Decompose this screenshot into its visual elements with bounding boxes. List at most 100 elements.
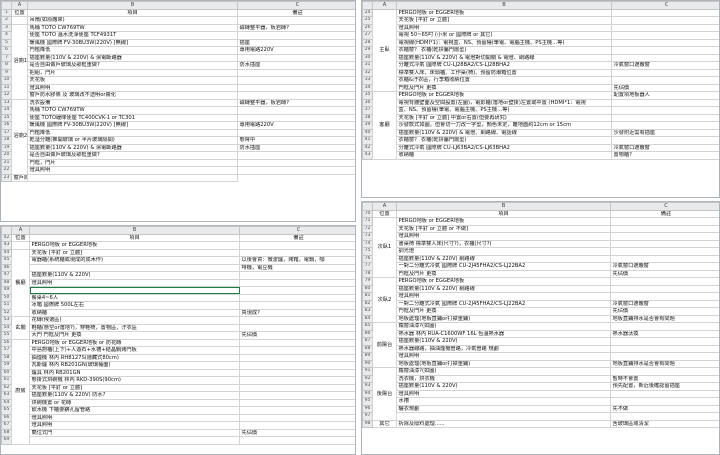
item-cell[interactable] <box>29 263 240 272</box>
note-cell[interactable] <box>610 232 719 241</box>
note-cell[interactable] <box>239 271 355 280</box>
location-cell[interactable]: 玄關 <box>11 316 30 340</box>
note-cell[interactable] <box>239 413 355 422</box>
note-cell[interactable] <box>239 376 355 385</box>
row-number[interactable]: 69 <box>1 436 12 445</box>
item-cell[interactable]: 電視背牆壁面及空間設置(左圖)，電影櫃(落地or壁掛)左置或中置 (HDMI*1… <box>396 98 612 107</box>
row-number[interactable]: 24 <box>362 8 373 17</box>
note-cell[interactable]: 配置項地板器人 <box>611 91 719 100</box>
item-cell[interactable]: 餐桌4~6人 <box>29 293 240 302</box>
location-cell[interactable]: 次臥2 <box>372 277 397 323</box>
item-cell[interactable]: PERGO地板 or EGGER地板 <box>396 277 611 286</box>
note-cell[interactable]: 暫時不會置 <box>610 374 719 383</box>
note-cell[interactable] <box>239 323 355 332</box>
item-cell[interactable]: 便座 TOTO 溫水洗淨便座 TCF4931T <box>27 31 238 40</box>
row-number[interactable]: 26 <box>362 23 373 32</box>
item-cell[interactable]: 衣櫃窗？ 衣櫃(乾拚屬門層型) <box>396 136 612 145</box>
item-cell[interactable]: 是否自由做戶玻璃及歌框重做? <box>27 61 238 70</box>
item-cell[interactable]: 燈具照明 <box>29 278 240 287</box>
row-number[interactable]: 51 <box>1 301 12 310</box>
note-cell[interactable]: 備註 <box>610 209 719 218</box>
note-cell[interactable] <box>610 337 719 346</box>
item-cell[interactable]: 洗衣設備 <box>27 98 238 107</box>
item-cell[interactable]: 中島廚櫃(上下)+人造石+水槽+結晶鋼烤門板 <box>29 346 240 355</box>
row-number[interactable]: 74 <box>362 239 373 248</box>
location-cell[interactable] <box>11 241 30 250</box>
row-number[interactable]: 8 <box>1 61 12 70</box>
note-cell[interactable]: 冷氣窗口遮蔽窗 <box>611 143 719 152</box>
row-number[interactable]: 46 <box>1 263 12 272</box>
row-number[interactable]: 17 <box>1 128 12 137</box>
note-cell[interactable] <box>610 254 719 263</box>
note-cell[interactable]: 先佔價 <box>610 269 719 278</box>
note-cell[interactable]: 防水插座 <box>237 143 355 152</box>
note-cell[interactable] <box>239 406 355 415</box>
item-cell[interactable]: 馬桶 TOTO CW769TW <box>27 23 238 32</box>
item-cell[interactable]: 門框及門片 更換 <box>396 83 612 92</box>
item-cell[interactable]: 地板處理(地板直鋪or打掉重鋪) <box>396 359 611 368</box>
item-cell[interactable]: PERGO地板 or EGGER地板 or 防花磚 <box>29 338 240 347</box>
note-cell[interactable] <box>237 128 355 137</box>
item-cell[interactable]: 盒、NS、預留權(筆電、電腦主機、PS主機…等) <box>396 106 612 115</box>
row-number[interactable]: 50 <box>1 293 12 302</box>
item-cell[interactable]: 是否自由做戶玻璃及歌框重做? <box>27 151 238 160</box>
select-all-corner[interactable] <box>362 202 373 211</box>
row-number[interactable]: 57 <box>1 346 12 355</box>
row-number[interactable]: 33 <box>362 76 373 85</box>
item-cell[interactable]: 一對二分離式冷氣 國際牌 CU-2J45FHA2/CS-LJ22BA2 <box>396 262 611 271</box>
column-letter-b[interactable]: B <box>27 1 238 10</box>
column-letter-c[interactable]: C <box>239 226 355 235</box>
note-cell[interactable]: 冷氣窗口遮蔽窗 <box>610 262 719 271</box>
row-number[interactable]: 81 <box>362 292 373 301</box>
note-cell[interactable] <box>610 277 719 286</box>
note-cell[interactable]: 買現成? <box>239 308 355 317</box>
item-cell[interactable]: 燈具照明 <box>27 83 238 92</box>
note-cell[interactable]: 先佔價 <box>611 83 719 92</box>
item-cell[interactable]: 天花板 [平釘 or 立體 or 不做] <box>396 224 611 233</box>
row-number[interactable]: 47 <box>1 271 12 280</box>
note-cell[interactable]: 冷氣窗口遮蔽窗 <box>611 61 719 70</box>
item-cell[interactable]: 花磚(候選區) <box>29 316 240 325</box>
row-number[interactable]: 61 <box>1 376 12 385</box>
row-number[interactable]: 37 <box>362 106 373 115</box>
column-letter-b[interactable]: B <box>396 202 611 211</box>
note-cell[interactable] <box>239 353 355 362</box>
row-number[interactable]: 43 <box>1 241 12 250</box>
item-cell[interactable]: 抽煙機 林內 RH8127S(隱藏式80cm) <box>29 353 240 362</box>
column-letter-b[interactable]: B <box>396 1 612 10</box>
row-number[interactable]: 3 <box>1 23 12 32</box>
row-number[interactable]: 16 <box>1 121 12 130</box>
column-letter-a[interactable]: A <box>372 1 397 10</box>
item-cell[interactable]: 書桌椅 標準雙人床(尺寸?)，衣櫃(尺寸?) <box>396 239 611 248</box>
note-cell[interactable]: 地板直鋪排水是否會有問題 <box>610 359 719 368</box>
row-number[interactable]: 65 <box>1 406 12 415</box>
item-cell[interactable]: 飲水機 下櫃要鑽孔留管路 <box>29 406 240 415</box>
note-cell[interactable]: 以後會買：微波爐，烤箱，電鍋，咖 <box>239 256 355 265</box>
row-number[interactable]: 38 <box>362 113 373 122</box>
row-number[interactable]: 29 <box>362 46 373 55</box>
item-cell[interactable]: 冰箱 國際牌 500L左右 <box>29 301 240 310</box>
item-cell[interactable]: 插座數量(110V & 220V) <box>396 382 611 391</box>
item-cell[interactable]: 地板處理(地板直鋪or打掉重鋪) <box>396 314 611 323</box>
item-cell[interactable]: 便座 TOTO緩降便座 TC400CVK-1 or TC301 <box>27 113 238 122</box>
row-number[interactable]: 19 <box>1 143 12 152</box>
item-cell[interactable]: 調光燈 <box>396 247 611 256</box>
row-number[interactable]: 66 <box>1 413 12 422</box>
note-cell[interactable]: 專用電路220V <box>237 121 355 130</box>
note-cell[interactable] <box>239 286 355 295</box>
item-cell[interactable]: 鞋櫃(懸空or落地?)，穿鞋椅，置物區，汙衣區 <box>29 323 240 332</box>
note-cell[interactable] <box>237 91 355 100</box>
item-cell[interactable]: 熱水器 林內 RUA-C1600WF 16L 恆溫熱水器 <box>396 329 611 338</box>
note-cell[interactable]: 備註 <box>239 233 355 242</box>
item-cell[interactable]: 天花板 [平釘 or 立體] <box>396 16 612 25</box>
row-number[interactable]: 80 <box>362 284 373 293</box>
row-number[interactable]: 55 <box>1 331 12 340</box>
note-cell[interactable] <box>237 166 355 175</box>
note-cell[interactable]: 備註 <box>237 8 355 17</box>
row-number[interactable]: 73 <box>362 232 373 241</box>
row-number[interactable]: 28 <box>362 38 373 47</box>
note-cell[interactable] <box>239 316 355 325</box>
row-number[interactable]: 77 <box>362 262 373 271</box>
location-cell[interactable]: 位置 <box>372 209 397 218</box>
row-number[interactable]: 76 <box>362 254 373 263</box>
